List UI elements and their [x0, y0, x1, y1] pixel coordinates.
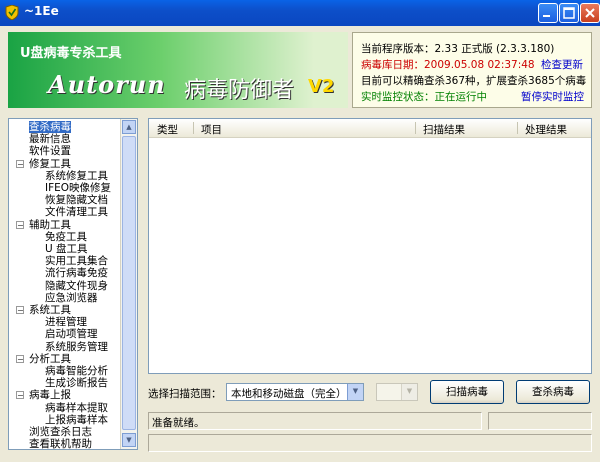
current-version-value: 2.33 正式版 (2.3.3.180) [434, 43, 555, 55]
tree-item[interactable]: 上报病毒样本 [45, 414, 108, 426]
tree-item[interactable]: 浏览查杀日志 [29, 426, 92, 438]
status-text-panel: 准备就绪。 [148, 412, 482, 430]
tree-item[interactable]: 免疫工具 [45, 231, 87, 243]
col-scan-result[interactable]: 扫描结果 [423, 122, 465, 137]
title-bar[interactable]: ~1Ee [0, 0, 600, 26]
check-update-link[interactable]: 检查更新 [541, 57, 583, 72]
banner-brand: Autorun [48, 70, 166, 99]
banner-brand-cn: 病毒防御者 [184, 78, 295, 103]
tree-expander-icon[interactable]: − [16, 220, 24, 229]
chevron-down-icon[interactable]: ▼ [347, 384, 363, 400]
monitor-label: 实时监控状态： [361, 91, 435, 103]
tree-item[interactable]: 进程管理 [45, 316, 87, 328]
close-button[interactable] [580, 3, 600, 23]
tree-item[interactable]: 分析工具 [29, 353, 71, 365]
scroll-up-icon[interactable]: ▲ [122, 120, 136, 134]
tree-item[interactable]: 最新信息 [29, 133, 71, 145]
db-date-label: 病毒库日期： [361, 59, 424, 71]
tree-item[interactable]: 隐藏文件现身 [45, 280, 108, 292]
tree-item[interactable]: U 盘工具 [45, 243, 88, 255]
tree-item[interactable]: 系统工具 [29, 304, 71, 316]
shield-app-icon [5, 5, 19, 20]
kill-virus-button[interactable]: 查杀病毒 [516, 380, 590, 404]
tree-item[interactable]: 实用工具集合 [45, 255, 108, 267]
info-panel: 当前程序版本：2.33 正式版 (2.3.3.180) 病毒库日期：2009.0… [352, 32, 592, 108]
detect-info: 目前可以精确查杀367种，扩展查杀3685个病毒 [361, 75, 587, 87]
tree-item[interactable]: 病毒样本提取 [45, 402, 108, 414]
scan-virus-button[interactable]: 扫描病毒 [430, 380, 504, 404]
product-banner: U盘病毒专杀工具 Autorun 病毒防御者 V2 [8, 32, 348, 108]
monitor-row: 实时监控状态：正在运行中 [361, 89, 487, 104]
tree-item[interactable]: 系统服务管理 [45, 341, 108, 353]
scan-range-value: 本地和移动磁盘（完全） [231, 388, 347, 400]
tree-item[interactable]: 系统修复工具 [45, 170, 108, 182]
scan-range-label: 选择扫描范围： [148, 388, 222, 400]
tree-item[interactable]: IFEO映像修复 [45, 182, 111, 194]
tree-expander-icon[interactable]: − [16, 159, 24, 168]
col-action-result[interactable]: 处理结果 [525, 122, 567, 137]
nav-tree[interactable]: ▲ ▼ 查杀病毒 最新信息 软件设置 − 修复工具 系统修复工具 IFEO映像修复 恢复隐藏文… [8, 118, 138, 450]
col-item[interactable]: 项目 [201, 122, 222, 137]
progress-panel [148, 434, 592, 452]
tree-item[interactable]: 辅助工具 [29, 219, 71, 231]
scroll-down-icon[interactable]: ▼ [122, 433, 136, 447]
tree-item[interactable]: 修复工具 [29, 158, 71, 170]
tree-expander-icon[interactable]: − [16, 354, 24, 363]
main-window: ~1Ee U盘病毒专杀工具 Autorun 病毒防御者 V2 当前程序版本：2.… [0, 0, 600, 462]
maximize-button[interactable] [559, 3, 579, 23]
chevron-down-icon: ▼ [401, 384, 417, 400]
tree-item[interactable]: 病毒智能分析 [45, 365, 108, 377]
monitor-status: 正在运行中 [434, 91, 488, 103]
col-type[interactable]: 类型 [157, 122, 178, 137]
window-title: ~1Ee [24, 4, 59, 18]
minimize-button[interactable] [538, 3, 558, 23]
close-icon [585, 8, 595, 18]
secondary-select-disabled: ▼ [376, 383, 418, 401]
tree-item[interactable]: 查看联机帮助 [29, 438, 92, 449]
current-version-row: 当前程序版本：2.33 正式版 (2.3.3.180) [361, 41, 554, 56]
minimize-icon [543, 15, 550, 17]
tree-expander-icon[interactable]: − [16, 391, 24, 400]
tree-item[interactable]: 恢复隐藏文档 [45, 194, 108, 206]
list-header: 类型 项目 扫描结果 处理结果 [149, 119, 591, 138]
db-date-value: 2009.05.08 02:37:48 [424, 59, 535, 71]
tree-item[interactable]: 查杀病毒 [29, 121, 71, 133]
tree-scrollbar[interactable]: ▲ ▼ [120, 119, 137, 449]
banner-subtitle: U盘病毒专杀工具 [20, 46, 122, 61]
scan-range-select[interactable]: 本地和移动磁盘（完全） ▼ [226, 383, 364, 401]
tree-item[interactable]: 生成诊断报告 [45, 377, 108, 389]
status-panel-2 [488, 412, 592, 430]
current-version-label: 当前程序版本： [361, 43, 435, 55]
tree-item[interactable]: 应急浏览器 [45, 292, 98, 304]
db-date-row: 病毒库日期：2009.05.08 02:37:48 [361, 57, 535, 72]
tree-item[interactable]: 病毒上报 [29, 389, 71, 401]
tree-expander-icon[interactable]: − [16, 306, 24, 315]
version-badge: V2 [308, 76, 335, 97]
tree-item[interactable]: 启动项管理 [45, 328, 98, 340]
tree-item[interactable]: 软件设置 [29, 145, 71, 157]
scan-result-list[interactable]: 类型 项目 扫描结果 处理结果 [148, 118, 592, 374]
scroll-thumb[interactable] [122, 136, 136, 430]
tree-item[interactable]: 流行病毒免疫 [45, 267, 108, 279]
status-text: 准备就绪。 [152, 417, 205, 429]
pause-monitor-link[interactable]: 暂停实时监控 [521, 89, 584, 104]
maximize-icon [563, 7, 575, 19]
tree-item[interactable]: 文件清理工具 [45, 206, 108, 218]
